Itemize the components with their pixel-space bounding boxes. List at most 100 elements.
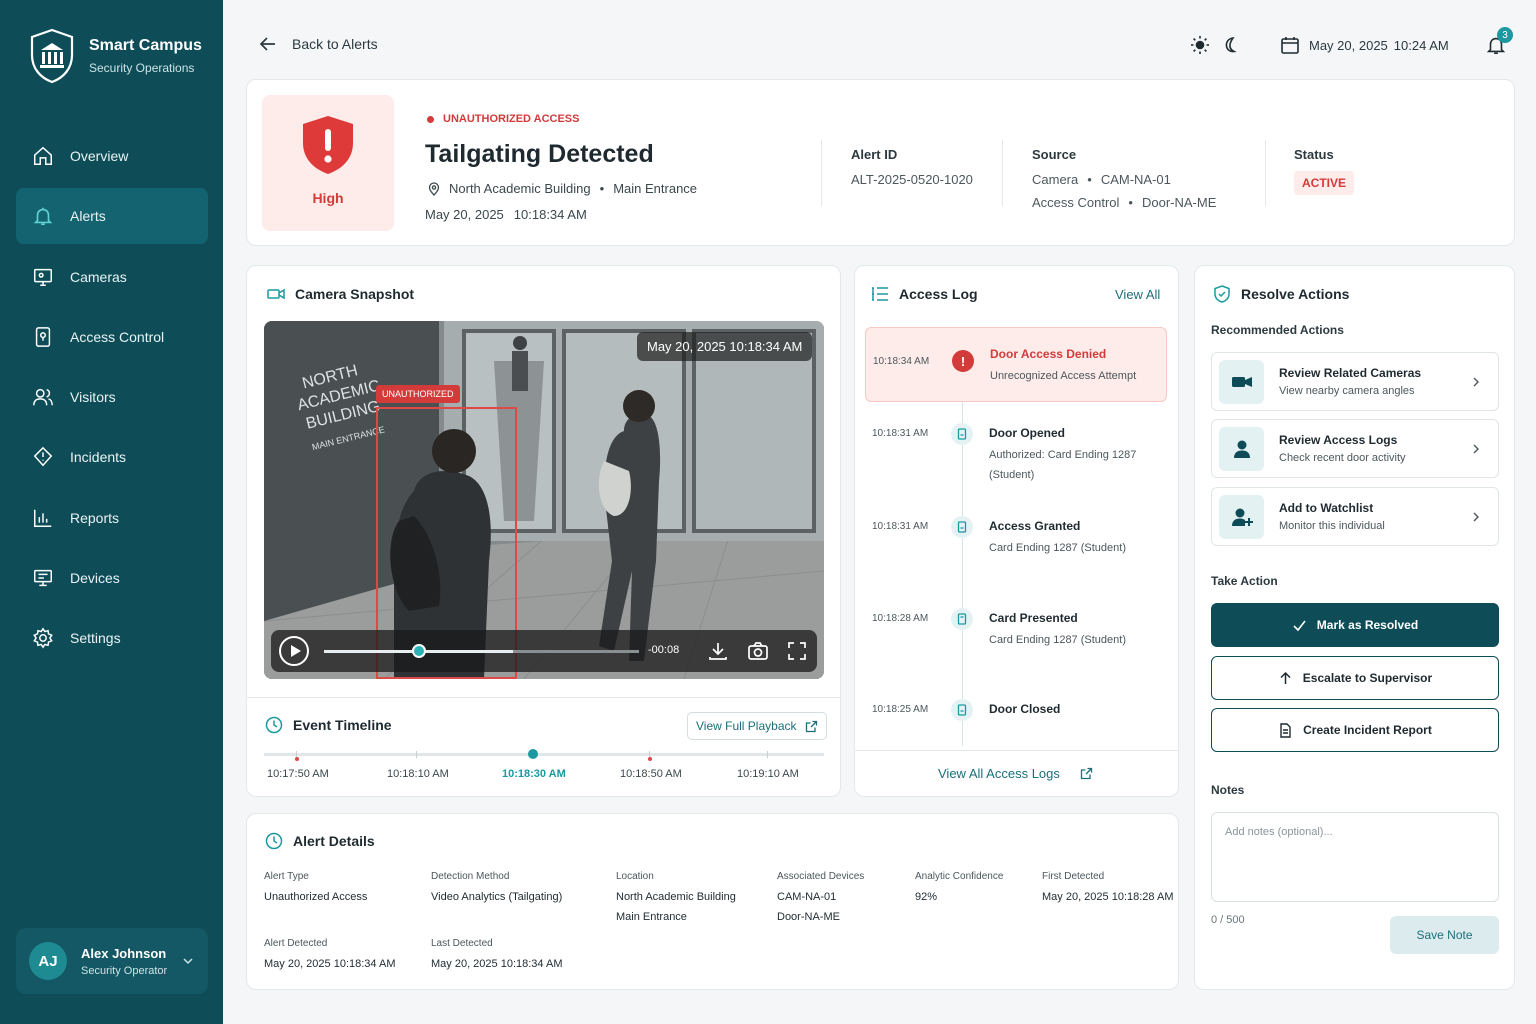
sidebar-item-label: Overview [70, 148, 129, 164]
scrubber-handle[interactable] [411, 644, 426, 658]
log-time: 10:18:31 AM [872, 428, 929, 439]
log-entry[interactable]: 10:18:25 AM Door Closed [865, 699, 1167, 729]
sidebar-item-label: Alerts [70, 208, 106, 225]
alert-shield-icon [33, 447, 53, 467]
user-role: Security Operator [81, 964, 168, 977]
current-datetime: May 20, 2025 10:24 AM [1280, 35, 1449, 55]
log-time: 10:18:28 AM [872, 613, 929, 624]
chevron-down-icon [183, 958, 193, 965]
view-full-playback-button[interactable]: View Full Playback [687, 712, 827, 740]
mark-as-resolved-button[interactable]: Mark as Resolved [1211, 603, 1499, 647]
alert-id-label: Alert ID [851, 147, 898, 162]
log-entry[interactable]: 10:18:34 AM ! Door Access Denied Unrecog… [865, 327, 1167, 402]
sidebar-item-cameras[interactable]: Cameras [16, 249, 208, 305]
screenshot-camera-icon[interactable] [747, 640, 769, 662]
sidebar-item-incidents[interactable]: Incidents [16, 429, 208, 485]
log-entry[interactable]: 10:18:31 AM Door Opened Authorized: Card… [865, 421, 1167, 491]
create-incident-report-button[interactable]: Create Incident Report [1211, 708, 1499, 752]
document-icon [1280, 722, 1291, 738]
fullscreen-icon[interactable] [786, 640, 808, 662]
view-all-link[interactable]: View All [1115, 287, 1160, 302]
rec-title: Add to Watchlist [1279, 501, 1374, 515]
campus-shield-logo-icon [30, 28, 74, 84]
sidebar-item-reports[interactable]: Reports [16, 490, 208, 546]
access-log-title: Access Log [871, 285, 978, 303]
location-pin-icon [428, 181, 440, 196]
detail-label: Alert Detected [264, 938, 328, 949]
detail-value: Video Analytics (Tailgating) [431, 891, 563, 903]
timeline-event-marker[interactable] [648, 757, 652, 761]
sidebar-item-access-control[interactable]: Access Control [16, 309, 208, 365]
sidebar-item-label: Settings [70, 630, 121, 647]
access-log-card: Access Log View All 10:18:34 AM ! Door A… [854, 265, 1179, 797]
calendar-icon [1281, 37, 1299, 54]
rec-title: Review Access Logs [1279, 433, 1398, 447]
moon-icon[interactable] [1220, 35, 1240, 55]
detail-label: Location [616, 871, 654, 882]
camera-snapshot-title: Camera Snapshot [267, 285, 414, 303]
camera-snapshot-label: Camera Snapshot [295, 286, 415, 302]
bell-icon [33, 208, 53, 226]
sidebar-item-alerts[interactable]: Alerts [16, 188, 208, 245]
detail-value: May 20, 2025 10:18:28 AM [1042, 891, 1174, 903]
sun-icon[interactable] [1190, 35, 1210, 55]
back-to-alerts-link[interactable]: Back to Alerts [258, 34, 378, 54]
alert-details-title: Alert Details [265, 832, 375, 850]
source-camera: Camera • CAM-NA-01 [1032, 172, 1171, 187]
notes-field[interactable] [1211, 812, 1499, 902]
brand: Smart Campus Security Operations [29, 28, 202, 84]
sidebar-item-devices[interactable]: Devices [16, 550, 208, 606]
alert-type-label: UNAUTHORIZED ACCESS [443, 113, 580, 125]
theme-toggle[interactable] [1190, 35, 1240, 55]
download-icon[interactable] [707, 640, 729, 662]
timeline-tick [767, 751, 768, 758]
escalate-to-supervisor-button[interactable]: Escalate to Supervisor [1211, 656, 1499, 700]
add-to-watchlist-button[interactable]: Add to Watchlist Monitor this individual [1211, 487, 1499, 546]
sidebar-item-visitors[interactable]: Visitors [16, 369, 208, 425]
alert-date: May 20, 2025 [425, 207, 504, 222]
current-time: 10:24 AM [1393, 37, 1449, 53]
sidebar-item-label: Reports [70, 509, 120, 526]
divider [855, 750, 1179, 751]
event-timeline-label: Event Timeline [293, 717, 392, 733]
source-door: Access Control • Door-NA-ME [1032, 195, 1217, 210]
detail-value: 92% [915, 891, 938, 903]
rec-subtitle: View nearby camera angles [1279, 385, 1415, 397]
clock-icon [265, 832, 283, 850]
escalate-label: Escalate to Supervisor [1302, 671, 1433, 685]
rec-subtitle: Check recent door activity [1279, 452, 1406, 464]
timeline-track[interactable] [264, 751, 824, 758]
alert-building: North Academic Building [449, 181, 591, 196]
alert-header-card: High UNAUTHORIZED ACCESS Tailgating Dete… [246, 79, 1515, 246]
user-menu[interactable]: AJ Alex Johnson Security Operator [16, 928, 208, 994]
take-action-label: Take Action [1211, 574, 1278, 588]
timeline-label: 10:17:50 AM [267, 768, 329, 780]
save-note-button[interactable]: Save Note [1390, 916, 1499, 954]
review-related-cameras-button[interactable]: Review Related Cameras View nearby camer… [1211, 352, 1499, 411]
detail-value: Main Entrance [616, 911, 687, 923]
log-time: 10:18:25 AM [872, 704, 929, 715]
door-icon [951, 516, 973, 538]
view-all-access-logs-link[interactable]: View All Access Logs [938, 766, 1093, 781]
camera-feed[interactable]: NORTH ACADEMIC BUILDING MAIN ENTRANCE Ma… [264, 321, 824, 679]
separator-dot: • [599, 181, 605, 196]
alert-circle-icon: ! [952, 350, 974, 372]
sidebar-item-overview[interactable]: Overview [16, 128, 208, 184]
camera-timestamp: May 20, 2025 10:18:34 AM [637, 332, 813, 361]
play-button[interactable] [279, 636, 309, 666]
log-entry[interactable]: 10:18:28 AM Card Presented Card Ending 1… [865, 606, 1167, 676]
detail-value: Door-NA-ME [777, 911, 840, 923]
review-access-logs-button[interactable]: Review Access Logs Check recent door act… [1211, 419, 1499, 478]
resolve-actions-label: Resolve Actions [1241, 286, 1350, 302]
timeline-current-marker[interactable] [528, 749, 538, 759]
arrow-left-icon [259, 37, 275, 51]
sidebar-item-settings[interactable]: Settings [16, 610, 208, 666]
log-entry[interactable]: 10:18:31 AM Access Granted Card Ending 1… [865, 514, 1167, 584]
alert-details-card: Alert Details Alert Type Unauthorized Ac… [246, 813, 1179, 990]
video-scrubber[interactable] [324, 650, 639, 653]
detail-label: First Detected [1042, 871, 1105, 882]
log-subtitle: Card Ending 1287 (Student) [989, 542, 1126, 554]
divider [821, 140, 822, 206]
sidebar-item-label: Visitors [70, 389, 116, 406]
timeline-event-marker[interactable] [295, 757, 299, 761]
